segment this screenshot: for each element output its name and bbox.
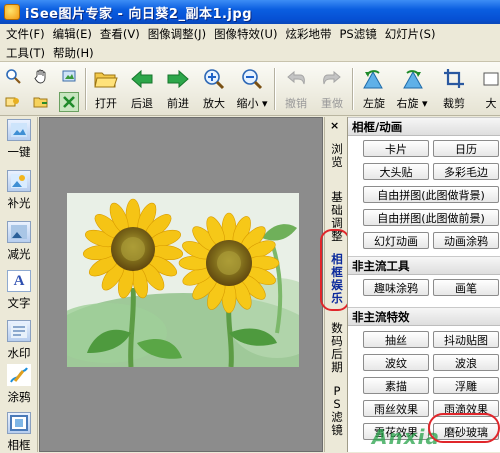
folder-icon[interactable] (31, 92, 51, 112)
wave-button[interactable]: 波浪 (433, 354, 499, 371)
redo-button[interactable]: 重做 (314, 66, 350, 112)
section-alt-tools: 非主流工具 (348, 256, 500, 275)
colorful-edge-button[interactable]: 多彩毛边 (433, 163, 499, 180)
frame-icon (7, 412, 31, 434)
chevron-down-icon[interactable]: ▾ (422, 97, 428, 110)
sidebar-item-brighten[interactable]: 补光 (0, 170, 38, 211)
brush-button[interactable]: 画笔 (433, 279, 499, 296)
app-icon (4, 4, 20, 20)
card-button[interactable]: 卡片 (363, 140, 429, 157)
zoom-in-button[interactable]: 放大 (196, 66, 232, 112)
jitter-texture-button[interactable]: 抖动贴图 (433, 331, 499, 348)
toolbar: 打开 后退 前进 放大 缩小 ▾ 撤销 重做 左旋 右旋 ▾ 裁剪 大 (0, 62, 500, 116)
section-alt-effects: 非主流特效 (348, 307, 500, 326)
forward-button[interactable]: 前进 (160, 66, 196, 112)
menu-bar: 文件(F) 编辑(E) 查看(V) 图像调整(J) 图像特效(U) 炫彩地带 P… (0, 24, 500, 62)
menu-ps-filter[interactable]: PS滤镜 (337, 26, 382, 42)
highlight-oval-bottom (428, 413, 500, 443)
menu-help[interactable]: 帮助(H) (51, 45, 100, 61)
zoom-in-icon (199, 66, 229, 92)
sidebar-item-oneclick[interactable]: 一键 (0, 119, 38, 160)
one-click-icon (7, 119, 31, 141)
menu-view[interactable]: 查看(V) (98, 26, 146, 42)
slide-animation-button[interactable]: 幻灯动画 (363, 232, 429, 249)
sketch-button[interactable]: 素描 (363, 377, 429, 394)
sidebar-item-watermark[interactable]: 水印 (0, 320, 38, 361)
open-button[interactable]: 打开 (88, 66, 124, 112)
tab-browse[interactable]: 浏览 (327, 143, 347, 169)
arrow-right-icon (163, 66, 193, 92)
free-collage-foreground-button[interactable]: 自由拼图(此图做前景) (363, 209, 499, 226)
crop-button[interactable]: 裁剪 (436, 66, 472, 112)
rotate-right-button[interactable]: 右旋 ▾ (392, 66, 432, 112)
toolbar-separator (274, 68, 276, 110)
section-frames-animation: 相框/动画 (348, 117, 500, 136)
sidebar-item-text[interactable]: A 文字 (0, 270, 38, 311)
window-title: iSee图片专家 - 向日葵2_副本1.jpg (25, 6, 252, 22)
brighten-icon (7, 170, 31, 192)
close-panel-icon[interactable]: × (330, 119, 339, 132)
back-button[interactable]: 后退 (124, 66, 160, 112)
more-button[interactable]: 大 (476, 66, 500, 112)
left-sidebar: 一键 补光 减光 A 文字 水印 涂鸦 相框 (0, 117, 38, 452)
more-icon (476, 66, 500, 92)
doodle-icon (7, 364, 31, 386)
photo-sticker-button[interactable]: 大头贴 (363, 163, 429, 180)
zoom-out-icon (237, 66, 267, 92)
watermark-icon (7, 320, 31, 342)
darken-icon (7, 221, 31, 243)
hand-icon[interactable] (31, 66, 51, 86)
highlight-oval (320, 229, 350, 311)
effects-panel: 相框/动画 卡片 日历 大头贴 多彩毛边 自由拼图(此图做背景) 自由拼图(此图… (347, 117, 500, 452)
rotate-left-button[interactable]: 左旋 (356, 66, 392, 112)
zoom-out-button[interactable]: 缩小 ▾ (232, 66, 272, 112)
animated-doodle-button[interactable]: 动画涂鸦 (433, 232, 499, 249)
small-tools (3, 64, 83, 114)
close-image-icon[interactable] (59, 92, 79, 112)
chevron-down-icon[interactable]: ▾ (262, 97, 268, 110)
redo-icon (317, 66, 347, 92)
arrow-left-icon (127, 66, 157, 92)
calendar-button[interactable]: 日历 (433, 140, 499, 157)
menu-row-1: 文件(F) 编辑(E) 查看(V) 图像调整(J) 图像特效(U) 炫彩地带 P… (0, 24, 500, 43)
zoom-out-label: 缩小 (236, 97, 259, 110)
rotate-right-icon (397, 66, 427, 92)
free-collage-background-button[interactable]: 自由拼图(此图做背景) (363, 186, 499, 203)
menu-slideshow[interactable]: 幻灯片(S) (383, 26, 442, 42)
tab-digital-post[interactable]: 数码后期 (327, 322, 347, 374)
menu-edit[interactable]: 编辑(E) (51, 26, 98, 42)
rotate-left-icon (359, 66, 389, 92)
emboss-button[interactable]: 浮雕 (433, 377, 499, 394)
fun-doodle-button[interactable]: 趣味涂鸦 (363, 279, 429, 296)
silk-button[interactable]: 抽丝 (363, 331, 429, 348)
sidebar-item-frame[interactable]: 相框 (0, 412, 38, 453)
screenshot-icon[interactable] (59, 66, 79, 86)
sidebar-item-darken[interactable]: 减光 (0, 221, 38, 262)
title-bar: iSee图片专家 - 向日葵2_副本1.jpg (0, 0, 500, 24)
menu-image-effects[interactable]: 图像特效(U) (212, 26, 283, 42)
menu-color-zone[interactable]: 炫彩地带 (283, 26, 337, 42)
sunflower-image (67, 193, 299, 367)
toolbar-separator (352, 68, 354, 110)
undo-button[interactable]: 撤销 (278, 66, 314, 112)
text-icon: A (7, 270, 31, 292)
crop-icon (439, 66, 469, 92)
menu-tools[interactable]: 工具(T) (4, 45, 51, 61)
open-folder-icon (91, 66, 121, 92)
menu-image-adjust[interactable]: 图像调整(J) (146, 26, 212, 42)
toolbar-separator (85, 68, 87, 110)
ripple-button[interactable]: 波纹 (363, 354, 429, 371)
tab-ps-filter[interactable]: PS滤镜 (327, 385, 347, 437)
thumbnail-icon[interactable] (3, 92, 23, 112)
magnifier-icon[interactable] (3, 66, 23, 86)
menu-row-2: 工具(T) 帮助(H) (0, 43, 500, 62)
menu-file[interactable]: 文件(F) (4, 26, 51, 42)
sidebar-item-doodle[interactable]: 涂鸦 (0, 364, 38, 405)
undo-icon (281, 66, 311, 92)
rain-streak-button[interactable]: 雨丝效果 (363, 400, 429, 417)
rotate-right-label: 右旋 (396, 97, 419, 110)
sunflower-photo (67, 193, 299, 367)
image-canvas[interactable] (39, 117, 323, 452)
